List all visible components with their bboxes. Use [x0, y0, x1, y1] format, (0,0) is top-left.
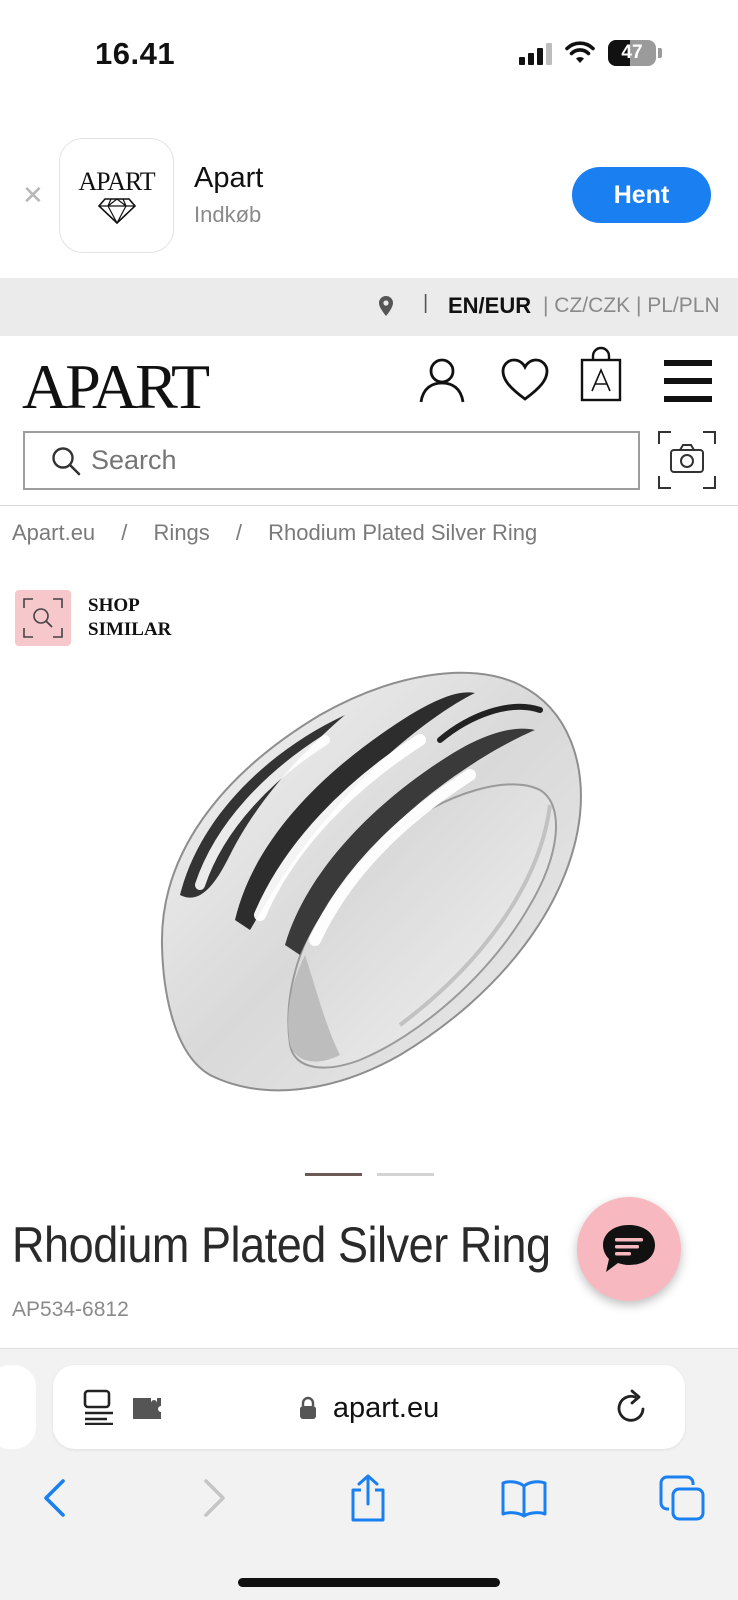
- breadcrumb: Apart.eu / Rings / Rhodium Plated Silver…: [12, 520, 537, 546]
- breadcrumb-item-current: Rhodium Plated Silver Ring: [268, 520, 538, 545]
- share-button[interactable]: [344, 1474, 392, 1522]
- site-header: APART: [0, 336, 738, 506]
- shop-similar-label: SHOP SIMILAR: [88, 594, 171, 642]
- breadcrumb-item-home[interactable]: Apart.eu: [12, 520, 95, 545]
- get-app-button[interactable]: Hent: [572, 167, 711, 223]
- breadcrumb-separator: /: [235, 520, 243, 545]
- url-text: apart.eu: [332, 1391, 440, 1424]
- product-image-ring[interactable]: [140, 655, 600, 1125]
- app-name: Apart: [194, 162, 264, 194]
- breadcrumb-item-rings[interactable]: Rings: [154, 520, 210, 545]
- shopping-bag-icon[interactable]: [580, 346, 622, 402]
- address-bar[interactable]: apart.eu: [53, 1365, 685, 1449]
- home-indicator: [238, 1578, 500, 1587]
- tabs-icon: [659, 1475, 705, 1521]
- url-display[interactable]: apart.eu: [53, 1391, 685, 1425]
- locale-divider: |: [423, 292, 429, 314]
- share-icon: [351, 1474, 385, 1522]
- status-icons: 47: [519, 38, 662, 68]
- carousel-dot-active[interactable]: [305, 1173, 362, 1176]
- status-bar: 16.41 47: [0, 0, 738, 110]
- locale-current[interactable]: EN/EUR: [448, 293, 531, 319]
- shop-similar-icon: [15, 590, 71, 646]
- bookmarks-button[interactable]: [500, 1474, 548, 1522]
- scan-search-icon: [23, 598, 63, 638]
- locale-bar: | EN/EUR | CZ/CZK | PL/PLN: [0, 278, 738, 336]
- chevron-left-icon: [44, 1479, 65, 1517]
- wifi-icon: [565, 41, 595, 63]
- shop-similar-line2: SIMILAR: [88, 619, 172, 640]
- tabs-button[interactable]: [658, 1474, 706, 1522]
- diamond-icon: [97, 197, 136, 224]
- location-pin-icon[interactable]: [378, 295, 394, 317]
- chat-bubble-icon: [603, 1225, 655, 1272]
- search-icon: [52, 446, 81, 475]
- lock-icon: [299, 1397, 316, 1420]
- account-icon[interactable]: [418, 356, 466, 404]
- book-icon: [501, 1480, 547, 1518]
- breadcrumb-separator: /: [121, 520, 128, 545]
- reload-icon[interactable]: [615, 1389, 649, 1425]
- battery-icon: 47: [608, 40, 656, 66]
- carousel-indicator: [305, 1173, 434, 1176]
- app-category: Indkøb: [194, 202, 262, 227]
- app-icon-logo: APART: [78, 166, 155, 196]
- previous-tab-preview[interactable]: [0, 1365, 36, 1449]
- wishlist-heart-icon[interactable]: [500, 358, 550, 402]
- app-icon: APART: [59, 138, 174, 253]
- battery-tip: [658, 48, 662, 58]
- locale-options[interactable]: | CZ/CZK | PL/PLN: [543, 294, 720, 318]
- forward-button[interactable]: [190, 1474, 238, 1522]
- carousel-dot[interactable]: [377, 1173, 434, 1176]
- search-box[interactable]: [23, 431, 640, 490]
- product-title: Rhodium Plated Silver Ring: [12, 1217, 551, 1273]
- back-button[interactable]: [31, 1474, 79, 1522]
- shop-similar-button[interactable]: SHOP SIMILAR: [15, 590, 171, 646]
- chat-button[interactable]: [577, 1197, 681, 1301]
- battery-level: 47: [621, 42, 643, 63]
- visual-search-camera-icon[interactable]: [657, 430, 717, 490]
- smart-app-banner: ✕ APART Apart Indkøb Hent: [0, 110, 738, 278]
- cellular-signal-icon: [519, 41, 552, 65]
- menu-hamburger-icon[interactable]: [664, 360, 712, 402]
- chevron-right-icon: [204, 1479, 225, 1517]
- status-time: 16.41: [95, 36, 176, 71]
- search-input[interactable]: [91, 445, 591, 476]
- brand-logo[interactable]: APART: [22, 350, 210, 424]
- close-icon[interactable]: ✕: [22, 180, 44, 211]
- shop-similar-line1: SHOP: [88, 595, 140, 616]
- product-sku: AP534-6812: [12, 1298, 129, 1321]
